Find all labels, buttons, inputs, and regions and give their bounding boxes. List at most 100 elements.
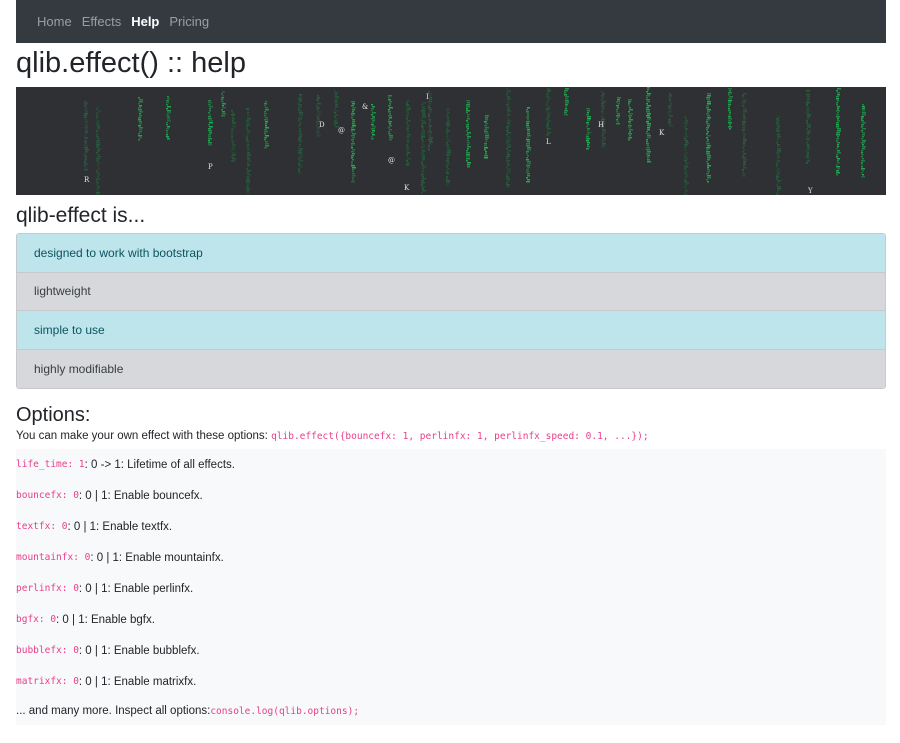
matrix-rain-drop (706, 137, 708, 139)
matrix-rain-drop (685, 190, 688, 192)
matrix-rain-drop (466, 100, 470, 102)
nav-pricing-link[interactable]: Pricing (167, 14, 211, 29)
matrix-rain-drop (728, 102, 731, 104)
matrix-rain-drop (862, 128, 866, 130)
matrix-rain-drop (246, 186, 249, 188)
matrix-rain-drop (85, 167, 87, 169)
matrix-rain-drop (166, 108, 168, 110)
matrix-rain-drop (222, 103, 226, 105)
matrix-rain-drop (406, 122, 408, 124)
nav-home-link[interactable]: Home (35, 14, 74, 29)
matrix-rain-drop (351, 115, 354, 117)
matrix-rain-drop (806, 94, 810, 96)
matrix-rain-drop (629, 109, 633, 111)
matrix-rain-drop (527, 167, 530, 169)
matrix-rain-drop (706, 179, 708, 181)
matrix-rain-drop (601, 91, 603, 93)
matrix-rain-drop (466, 134, 469, 136)
matrix-rain-drop (371, 124, 374, 126)
matrix-rain-drop (421, 132, 425, 134)
matrix-rain-drop (422, 170, 424, 172)
matrix-rain-drop (166, 136, 169, 138)
matrix-rain-drop (407, 134, 411, 136)
matrix-rain-drop (84, 117, 87, 119)
matrix-rain-drop (422, 166, 426, 168)
matrix-rain-drop (836, 154, 838, 156)
matrix-rain-drop (807, 96, 810, 98)
matrix-rain-drop (546, 96, 550, 98)
matrix-rain-drop (334, 102, 338, 104)
matrix-rain-drop (586, 108, 590, 110)
matrix-rain-drop (422, 178, 426, 180)
matrix-rain-drop (685, 174, 688, 176)
matrix-rain-drop (602, 147, 604, 149)
matrix-rain-drop (406, 102, 408, 104)
matrix-rain-drop (836, 114, 839, 116)
matrix-rain-drop (407, 142, 409, 144)
matrix-rain-drop (446, 134, 448, 136)
matrix-rain-drop (96, 192, 100, 194)
matrix-rain-drop (97, 156, 101, 158)
matrix-rain-drop (587, 112, 589, 114)
matrix-glyph: R (84, 176, 90, 184)
matrix-rain-drop (232, 124, 235, 126)
matrix-rain-drop (777, 172, 780, 174)
matrix-rain-drop (421, 146, 425, 148)
matrix-rain-drop (316, 107, 320, 109)
matrix-rain-drop (85, 157, 87, 159)
matrix-rain-drop (446, 184, 449, 186)
matrix-rain-drop (208, 118, 212, 120)
matrix-rain-drop (743, 137, 745, 139)
matrix-rain-drop (466, 158, 470, 160)
matrix-rain-drop (208, 134, 211, 136)
matrix-rain-drop (646, 111, 650, 113)
matrix-rain-drop (209, 110, 211, 112)
matrix-rain-drop (446, 110, 449, 112)
matrix-rain-drop (334, 120, 337, 122)
matrix-rain-drop (84, 103, 88, 105)
matrix-rain-drop (84, 135, 86, 137)
matrix-rain-drop (351, 105, 354, 107)
matrix-rain-drop (586, 114, 589, 116)
matrix-rain-drop (707, 157, 711, 159)
matrix-rain-drop (647, 135, 651, 137)
matrix-rain-drop (506, 94, 508, 96)
nav-effects-link[interactable]: Effects (80, 14, 124, 29)
matrix-glyph: K (404, 184, 410, 192)
matrix-rain-drop (428, 149, 430, 151)
matrix-rain-drop (527, 113, 529, 115)
matrix-rain-drop (728, 88, 732, 90)
matrix-rain-drop (743, 163, 746, 165)
feature-item-simple: simple to use (17, 311, 885, 350)
matrix-rain-drop (706, 121, 708, 123)
matrix-rain-drop (231, 140, 234, 142)
matrix-rain-drop (428, 133, 432, 135)
matrix-rain-drop (299, 94, 302, 96)
matrix-rain-drop (232, 116, 234, 118)
matrix-rain-drop (334, 92, 338, 94)
matrix-rain-drop (298, 170, 300, 172)
matrix-rain-drop (647, 101, 650, 103)
matrix-rain-drop (862, 158, 864, 160)
matrix-rain-drop (861, 164, 863, 166)
matrix-rain-drop (707, 111, 710, 113)
matrix-rain-drop (447, 118, 449, 120)
matrix-rain-drop (507, 150, 511, 152)
matrix-rain-drop (139, 129, 142, 131)
matrix-rain-drop (669, 117, 671, 119)
matrix-rain-drop (587, 110, 590, 112)
matrix-rain-drop (209, 122, 213, 124)
matrix-rain-drop (707, 125, 710, 127)
matrix-rain-drop (728, 120, 731, 122)
matrix-rain-drop (138, 109, 142, 111)
matrix-rain-drop (565, 100, 569, 102)
matrix-rain-drop (317, 97, 320, 99)
matrix-rain-drop (485, 141, 487, 143)
matrix-rain-drop (429, 95, 433, 97)
matrix-rain-drop (351, 117, 353, 119)
matrix-rain-drop (807, 134, 809, 136)
matrix-rain-drop (388, 109, 390, 111)
matrix-rain-drop (836, 104, 838, 106)
matrix-rain-drop (352, 149, 355, 151)
nav-help-link[interactable]: Help (129, 14, 161, 29)
